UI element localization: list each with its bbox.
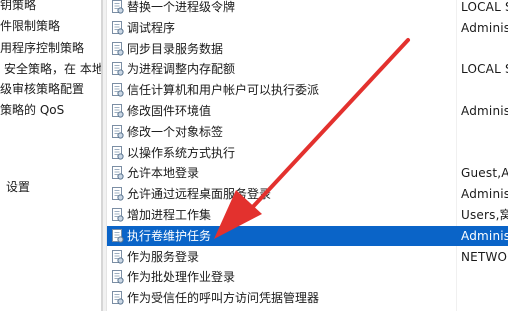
- policy-document-icon: [112, 20, 124, 35]
- policy-setting: Adminis: [461, 187, 508, 202]
- policy-document-icon: [112, 41, 124, 56]
- policy-setting: Users,窝: [461, 208, 508, 222]
- policy-document-icon: [112, 166, 124, 180]
- policy-list: 替换一个进程级令牌 LOCAL S 调试程序 Adminis 同步目录服务数据 为进程调整…: [107, 0, 508, 311]
- policy-row[interactable]: 允许通过远程桌面服务登录 Adminis: [107, 184, 508, 204]
- policy-row[interactable]: 作为批处理作业登录: [107, 267, 508, 287]
- policy-name: 替换一个进程级令牌: [127, 0, 236, 14]
- tree-item-software-restriction[interactable]: 件限制策略: [0, 19, 60, 33]
- policy-name: 增加进程工作集: [127, 208, 212, 222]
- policy-name: 作为批处理作业登录: [127, 270, 236, 285]
- policy-row[interactable]: 替换一个进程级令牌 LOCAL S: [107, 0, 508, 17]
- policy-row[interactable]: 执行卷维护任务 Adminis: [107, 225, 508, 246]
- policy-name: 作为受信任的呼叫方访问凭据管理器: [127, 291, 320, 306]
- policy-document-icon: [112, 187, 124, 201]
- console-tree: 钥策略 件限制策略 用程序控制策略 安全策略，在 本地 级审核策略配置 策略的 …: [0, 0, 101, 311]
- policy-document-icon: [112, 145, 124, 160]
- policy-setting: Adminis: [461, 104, 508, 118]
- policy-setting: Adminis: [461, 228, 508, 243]
- policy-name: 信任计算机和用户帐户可以执行委派: [127, 83, 320, 98]
- policy-name: 执行卷维护任务: [127, 228, 212, 243]
- policy-name: 修改固件环境值: [127, 104, 212, 118]
- tree-item-key-policy[interactable]: 钥策略: [0, 0, 36, 12]
- policy-name: 调试程序: [127, 20, 176, 35]
- policy-name: 以操作系统方式执行: [127, 145, 236, 160]
- policy-row[interactable]: 调试程序 Adminis: [107, 18, 508, 38]
- policy-row[interactable]: 作为受信任的呼叫方访问凭据管理器: [107, 288, 508, 308]
- policy-document-icon: [112, 104, 124, 118]
- policy-row[interactable]: 为进程调整内存配额 LOCAL S: [107, 59, 508, 79]
- policy-document-icon: [112, 228, 124, 243]
- policy-row[interactable]: 允许本地登录 Guest,Ac: [107, 163, 508, 183]
- tree-item-app-control[interactable]: 用程序控制策略: [0, 41, 84, 55]
- policy-row[interactable]: 作为服务登录 NETWO: [107, 247, 508, 267]
- policy-name: 为进程调整内存配额: [127, 62, 236, 77]
- policy-name: 同步目录服务数据: [127, 41, 224, 56]
- policy-setting: NETWO: [461, 249, 508, 264]
- policy-row[interactable]: 修改一个对象标签: [107, 122, 508, 142]
- policy-row[interactable]: 以操作系统方式执行: [107, 143, 508, 163]
- policy-document-icon: [112, 270, 124, 284]
- tree-item-advanced-audit[interactable]: 级审核策略配置: [0, 82, 84, 96]
- policy-document-icon: [112, 124, 124, 139]
- policy-setting: Adminis: [461, 20, 508, 35]
- policy-name: 作为服务登录: [127, 249, 200, 264]
- policy-document-icon: [112, 208, 124, 222]
- policy-row[interactable]: 修改固件环境值 Adminis: [107, 101, 508, 121]
- policy-document-icon: [112, 249, 124, 264]
- tree-item-settings[interactable]: 设置: [6, 180, 30, 194]
- tree-item-ip-security[interactable]: 安全策略，在 本地: [4, 62, 101, 76]
- policy-document-icon: [112, 291, 124, 305]
- policy-document-icon: [112, 83, 124, 97]
- tree-item-qos[interactable]: 策略的 QoS: [0, 103, 64, 117]
- policy-setting: Guest,Ac: [461, 166, 508, 181]
- policy-setting: LOCAL S: [461, 0, 508, 14]
- policy-name: 允许本地登录: [127, 166, 200, 181]
- policy-row[interactable]: 信任计算机和用户帐户可以执行委派: [107, 80, 508, 100]
- policy-document-icon: [112, 62, 124, 76]
- policy-row[interactable]: 同步目录服务数据: [107, 39, 508, 59]
- policy-row[interactable]: 增加进程工作集 Users,窝: [107, 205, 508, 225]
- policy-name: 修改一个对象标签: [127, 124, 224, 139]
- policy-document-icon: [112, 0, 124, 14]
- policy-setting: LOCAL S: [461, 62, 508, 77]
- policy-name: 允许通过远程桌面服务登录: [127, 187, 272, 202]
